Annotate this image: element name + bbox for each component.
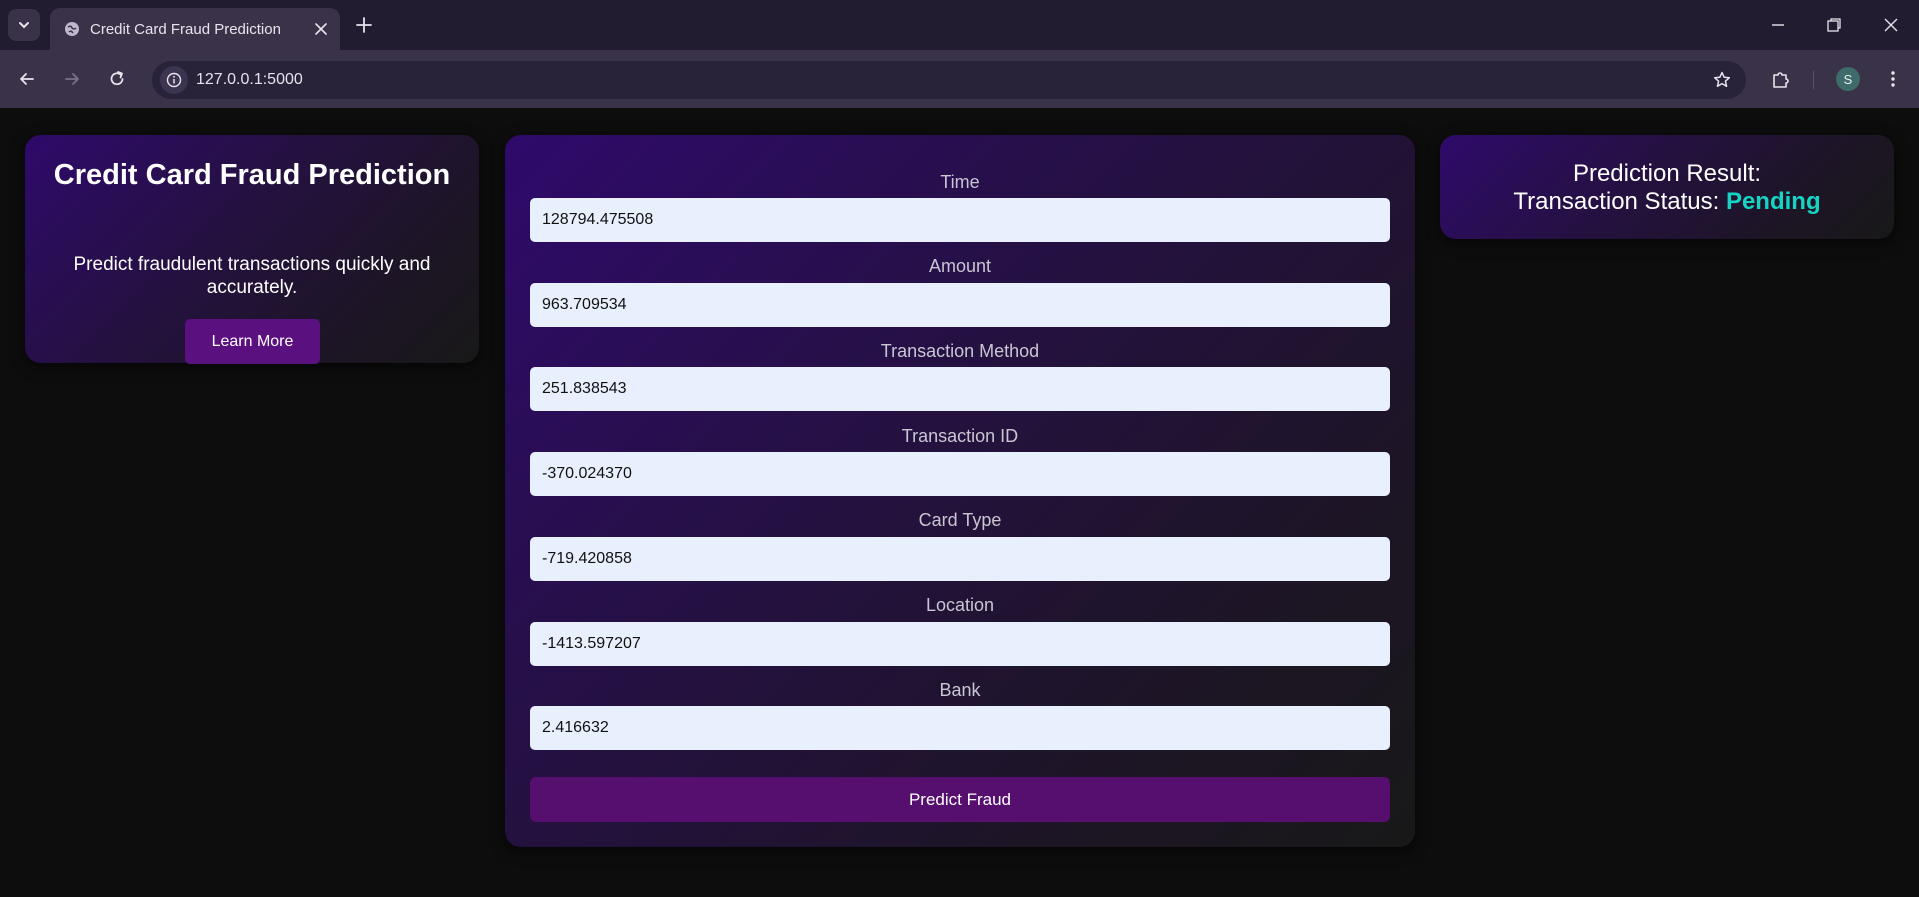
page-subtitle: Predict fraudulent transactions quickly … — [73, 254, 431, 298]
back-arrow-icon[interactable] — [17, 69, 37, 89]
transaction-status: Transaction Status: Pending — [1440, 188, 1894, 216]
page-content: Credit Card Fraud Prediction Predict fra… — [0, 108, 1919, 897]
transaction-method-label: Transaction Method — [880, 341, 1040, 361]
result-title: Prediction Result: — [1572, 160, 1762, 187]
transaction-id-input[interactable] — [530, 452, 1390, 496]
restore-icon[interactable] — [1824, 15, 1844, 35]
amount-input[interactable] — [530, 283, 1390, 327]
location-label: Location — [925, 595, 995, 615]
info-icon — [166, 72, 182, 88]
transaction-id-label: Transaction ID — [901, 426, 1019, 446]
kebab-menu-icon[interactable] — [1882, 68, 1904, 90]
profile-avatar[interactable]: S — [1836, 67, 1860, 91]
page-title: Credit Card Fraud Prediction — [53, 159, 451, 191]
card-type-label: Card Type — [918, 510, 1002, 530]
reload-icon[interactable] — [107, 69, 127, 89]
browser-toolbar: 127.0.0.1:5000 S — [0, 50, 1919, 108]
learn-more-button[interactable]: Learn More — [185, 319, 320, 364]
toolbar-divider — [1813, 71, 1814, 89]
bank-input[interactable] — [530, 706, 1390, 750]
tab-title: Credit Card Fraud Prediction — [90, 21, 281, 38]
close-icon[interactable] — [312, 20, 330, 38]
browser-tabstrip: Credit Card Fraud Prediction — [0, 0, 1919, 50]
forward-arrow-icon[interactable] — [62, 69, 82, 89]
chevron-down-icon — [19, 22, 29, 29]
card-type-input[interactable] — [530, 537, 1390, 581]
info-card: Credit Card Fraud Prediction Predict fra… — [25, 135, 479, 364]
minimize-icon[interactable] — [1768, 15, 1788, 35]
transaction-method-input[interactable] — [530, 367, 1390, 411]
result-card: Prediction Result: Transaction Status: P… — [1440, 135, 1894, 239]
time-input[interactable] — [530, 198, 1390, 242]
status-label: Transaction Status: — [1513, 188, 1720, 215]
globe-icon — [65, 22, 79, 36]
new-tab-plus-icon[interactable] — [354, 15, 374, 35]
address-bar[interactable]: 127.0.0.1:5000 — [152, 61, 1746, 99]
status-value: Pending — [1725, 188, 1821, 215]
url-text: 127.0.0.1:5000 — [196, 71, 303, 88]
extensions-puzzle-icon[interactable] — [1770, 68, 1792, 90]
close-window-icon[interactable] — [1881, 15, 1901, 35]
time-label: Time — [940, 172, 980, 192]
prediction-form: Time Amount Transaction Method Transacti… — [505, 135, 1415, 847]
predict-fraud-button[interactable]: Predict Fraud — [530, 777, 1390, 822]
tab-search-button[interactable] — [8, 9, 40, 41]
site-info-button[interactable] — [160, 66, 188, 94]
amount-label: Amount — [928, 256, 992, 276]
browser-tab[interactable]: Credit Card Fraud Prediction — [50, 8, 340, 50]
bank-label: Bank — [939, 680, 981, 700]
location-input[interactable] — [530, 622, 1390, 666]
bookmark-star-icon[interactable] — [1712, 70, 1732, 90]
